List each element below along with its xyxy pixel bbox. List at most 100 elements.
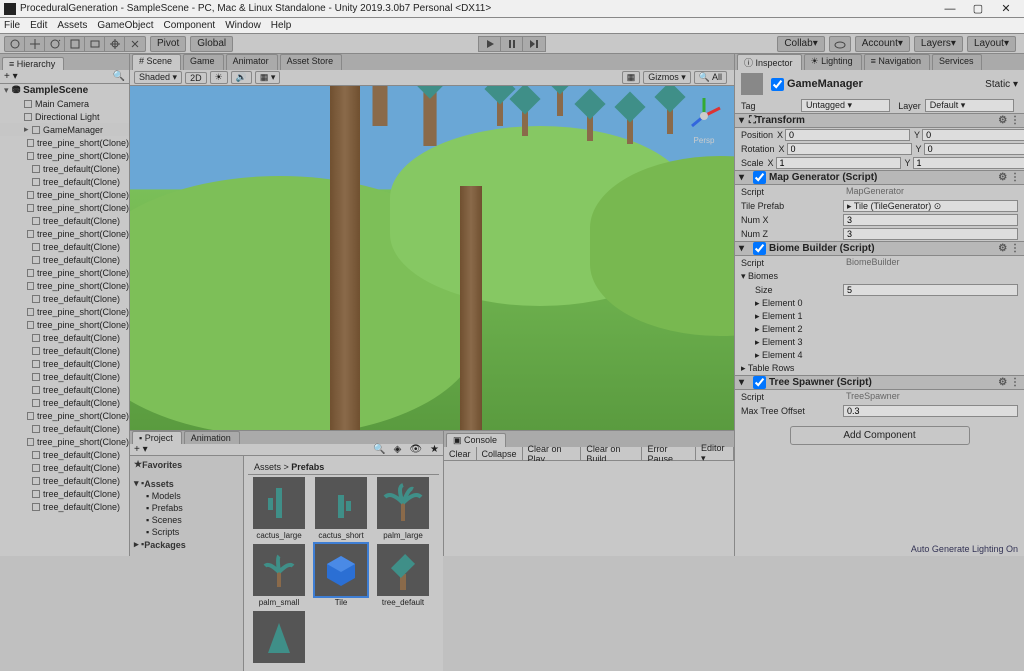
camera-icon[interactable]: ▦ — [622, 71, 641, 84]
hierarchy-item[interactable]: tree_default(Clone) — [0, 240, 129, 253]
position-x[interactable] — [785, 129, 910, 141]
global-toggle[interactable]: Global — [190, 36, 233, 52]
hierarchy-item[interactable]: tree_default(Clone) — [0, 461, 129, 474]
tab-project[interactable]: ▪ Project — [132, 431, 182, 444]
menu-help[interactable]: Help — [271, 20, 292, 31]
hierarchy-item[interactable]: ▸GameManager — [0, 123, 129, 136]
thumb-palm_small[interactable]: palm_small — [250, 544, 308, 607]
favorites-node[interactable]: ★ Favorites — [132, 458, 241, 471]
mode-2d[interactable]: 2D — [185, 72, 207, 84]
unified-tool[interactable] — [105, 37, 125, 51]
numz-field[interactable] — [843, 228, 1018, 240]
project-tree[interactable]: ★ Favorites ▾ ▪ Assets ▪ Models▪ Prefabs… — [130, 456, 244, 671]
hierarchy-item[interactable]: tree_pine_short(Clone) — [0, 227, 129, 240]
thumb-tree_default[interactable]: tree_default — [374, 544, 432, 607]
console-clear-on-build[interactable]: Clear on Build — [581, 447, 642, 461]
menu-component[interactable]: Component — [164, 20, 216, 31]
tab-game[interactable]: Game — [183, 54, 224, 70]
pause-button[interactable] — [501, 37, 523, 51]
move-tool[interactable] — [25, 37, 45, 51]
lighting-toggle[interactable]: ☀ — [210, 71, 228, 84]
rotation-y[interactable] — [924, 143, 1024, 155]
fx-toggle[interactable]: ▦ ▾ — [255, 71, 281, 84]
scale-tool[interactable] — [65, 37, 85, 51]
hierarchy-item[interactable]: tree_pine_short(Clone) — [0, 201, 129, 214]
rotate-tool[interactable] — [45, 37, 65, 51]
gameobject-name[interactable]: GameManager — [787, 78, 863, 90]
step-button[interactable] — [523, 37, 545, 51]
maximize-button[interactable]: ▢ — [964, 1, 992, 17]
tab-console[interactable]: ▣ Console — [446, 433, 506, 447]
biome-gear-icon[interactable]: ⚙ ⋮ — [998, 243, 1020, 254]
scene-viewport[interactable]: Persp — [130, 86, 734, 430]
project-create[interactable]: + ▾ — [130, 444, 152, 455]
layout-menu[interactable]: Layout ▾ — [967, 36, 1016, 52]
gameobject-enabled[interactable] — [771, 78, 784, 91]
hierarchy-item[interactable]: tree_default(Clone) — [0, 500, 129, 513]
position-y[interactable] — [922, 129, 1024, 141]
hierarchy-item[interactable]: Main Camera — [0, 97, 129, 110]
thumb-palm_large[interactable]: palm_large — [374, 477, 432, 540]
hierarchy-item[interactable]: tree_default(Clone) — [0, 292, 129, 305]
minimize-button[interactable]: — — [936, 1, 964, 17]
tab-scene[interactable]: # Scene — [132, 54, 181, 70]
project-search-icon[interactable]: 🔍 — [369, 444, 389, 455]
hierarchy-item[interactable]: tree_default(Clone) — [0, 448, 129, 461]
hierarchy-item[interactable]: tree_pine_short(Clone) — [0, 266, 129, 279]
scene-row[interactable]: ▾⛃ SampleScene — [0, 84, 129, 97]
hierarchy-search-icon[interactable]: 🔍 — [113, 71, 125, 82]
tab-inspector[interactable]: ⓘ Inspector — [737, 54, 802, 70]
shading-mode[interactable]: Shaded ▾ — [134, 71, 182, 84]
menu-gameobject[interactable]: GameObject — [97, 20, 153, 31]
biome-element[interactable]: ▸ Element 0 — [735, 297, 1024, 310]
hierarchy-item[interactable]: tree_default(Clone) — [0, 344, 129, 357]
custom-tool[interactable] — [125, 37, 145, 51]
scale-x[interactable] — [776, 157, 901, 169]
treespawn-enabled[interactable] — [753, 376, 766, 389]
hierarchy-item[interactable]: tree_default(Clone) — [0, 175, 129, 188]
thumb-cactus_large[interactable]: cactus_large — [250, 477, 308, 540]
project-hidden-icon[interactable]: 👁 — [405, 444, 426, 455]
hierarchy-item[interactable]: tree_pine_short(Clone) — [0, 305, 129, 318]
play-button[interactable] — [479, 37, 501, 51]
hierarchy-item[interactable]: tree_pine_short(Clone) — [0, 279, 129, 292]
hierarchy-item[interactable]: tree_default(Clone) — [0, 357, 129, 370]
tag-dropdown[interactable]: Untagged ▾ — [801, 99, 890, 112]
close-button[interactable]: ✕ — [992, 1, 1020, 17]
treespawn-gear-icon[interactable]: ⚙ ⋮ — [998, 377, 1020, 388]
tab-assetstore[interactable]: Asset Store — [280, 54, 343, 70]
hierarchy-item[interactable]: tree_default(Clone) — [0, 396, 129, 409]
biome-element[interactable]: ▸ Element 3 — [735, 336, 1024, 349]
console-body[interactable] — [444, 461, 734, 556]
menu-assets[interactable]: Assets — [57, 20, 87, 31]
scene-search[interactable]: 🔍 All — [694, 71, 727, 84]
biome-element[interactable]: ▸ Element 2 — [735, 323, 1024, 336]
mapgen-gear-icon[interactable]: ⚙ ⋮ — [998, 172, 1020, 183]
tab-navigation[interactable]: ≡ Navigation — [864, 54, 930, 70]
tab-animator[interactable]: Animator — [226, 54, 278, 70]
hierarchy-tab[interactable]: ≡ Hierarchy — [2, 57, 64, 70]
thumb-tile[interactable]: Tile — [312, 544, 370, 607]
tree-offset-field[interactable] — [843, 405, 1018, 417]
biome-size-field[interactable] — [843, 284, 1018, 296]
transform-gear-icon[interactable]: ⚙ ⋮ — [998, 115, 1020, 126]
mapgen-enabled[interactable] — [753, 171, 766, 184]
hierarchy-item[interactable]: tree_default(Clone) — [0, 370, 129, 383]
hierarchy-item[interactable]: tree_default(Clone) — [0, 383, 129, 396]
hierarchy-item[interactable]: tree_pine_short(Clone) — [0, 149, 129, 162]
thumb-cactus_short[interactable]: cactus_short — [312, 477, 370, 540]
folder-models[interactable]: ▪ Models — [132, 490, 241, 502]
console-editor[interactable]: Editor ▾ — [696, 447, 734, 461]
biome-enabled[interactable] — [753, 242, 766, 255]
hierarchy-item[interactable]: tree_default(Clone) — [0, 487, 129, 500]
tab-services[interactable]: Services — [932, 54, 983, 70]
console-error-pause[interactable]: Error Pause — [642, 447, 696, 461]
tile-prefab-field[interactable]: ▸ Tile (TileGenerator) ⊙ — [843, 200, 1018, 212]
collab-menu[interactable]: Collab ▾ — [777, 36, 824, 52]
hierarchy-item[interactable]: tree_pine_short(Clone) — [0, 409, 129, 422]
hierarchy-item[interactable]: tree_default(Clone) — [0, 331, 129, 344]
hierarchy-item[interactable]: tree_default(Clone) — [0, 474, 129, 487]
biome-element[interactable]: ▸ Element 4 — [735, 349, 1024, 362]
tab-lighting[interactable]: ☀ Lighting — [804, 54, 862, 70]
project-save-icon[interactable]: ★ — [426, 444, 443, 455]
